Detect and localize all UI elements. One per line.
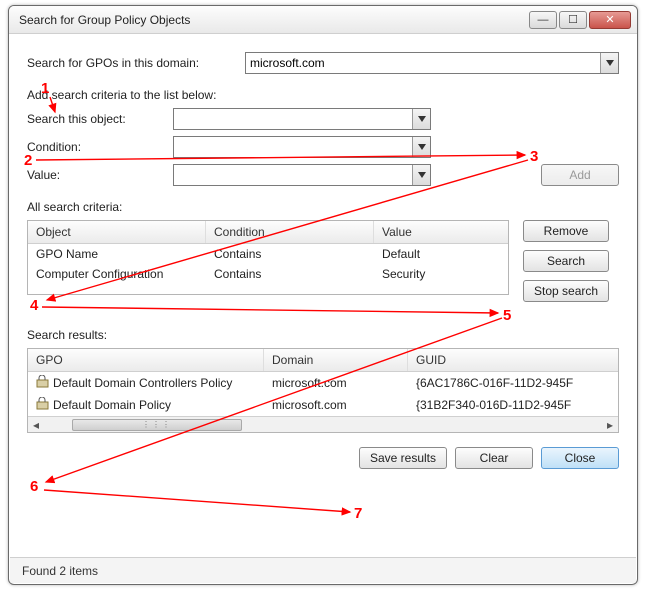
chevron-down-icon xyxy=(412,165,430,185)
status-bar: Found 2 items xyxy=(10,557,636,583)
clear-button[interactable]: Clear xyxy=(455,447,533,469)
domain-combo[interactable]: microsoft.com xyxy=(245,52,619,74)
scrollbar-thumb[interactable]: ⋮⋮⋮ xyxy=(72,419,242,431)
criteria-cell: Computer Configuration xyxy=(28,264,206,284)
results-cell: Default Domain Controllers Policy xyxy=(53,376,232,390)
criteria-cell: Contains xyxy=(206,264,374,284)
criteria-header-condition[interactable]: Condition xyxy=(206,221,374,243)
domain-value: microsoft.com xyxy=(250,56,325,70)
chevron-down-icon xyxy=(412,137,430,157)
results-cell: {6AC1786C-016F-11D2-945F xyxy=(408,372,618,394)
results-cell: Default Domain Policy xyxy=(53,398,171,412)
window-title: Search for Group Policy Objects xyxy=(19,13,529,27)
chevron-down-icon xyxy=(412,109,430,129)
criteria-cell: GPO Name xyxy=(28,244,206,264)
results-cell: microsoft.com xyxy=(264,372,408,394)
value-combo[interactable] xyxy=(173,164,431,186)
save-results-button[interactable]: Save results xyxy=(359,447,447,469)
results-cell: {31B2F340-016D-11D2-945F xyxy=(408,394,618,416)
criteria-header-object[interactable]: Object xyxy=(28,221,206,243)
close-button[interactable]: Close xyxy=(541,447,619,469)
domain-label: Search for GPOs in this domain: xyxy=(27,56,237,70)
results-row[interactable]: Default Domain Policy microsoft.com {31B… xyxy=(28,394,618,416)
criteria-cell: Security xyxy=(374,264,508,284)
horizontal-scrollbar[interactable]: ◂ ⋮⋮⋮ ▸ xyxy=(28,416,618,432)
titlebar: Search for Group Policy Objects — ☐ ✕ xyxy=(9,6,637,34)
search-object-combo[interactable] xyxy=(173,108,431,130)
criteria-cell: Default xyxy=(374,244,508,264)
close-window-button[interactable]: ✕ xyxy=(589,11,631,29)
results-table: GPO Domain GUID Default Domain Controlle… xyxy=(27,348,619,433)
condition-label: Condition: xyxy=(27,140,165,154)
criteria-row[interactable]: Computer Configuration Contains Security xyxy=(28,264,508,284)
search-button[interactable]: Search xyxy=(523,250,609,272)
dialog-window: Search for Group Policy Objects — ☐ ✕ Se… xyxy=(8,5,638,585)
criteria-header-value[interactable]: Value xyxy=(374,221,508,243)
results-header-domain[interactable]: Domain xyxy=(264,349,408,371)
minimize-button[interactable]: — xyxy=(529,11,557,29)
value-label: Value: xyxy=(27,168,165,182)
search-object-label: Search this object: xyxy=(27,112,165,126)
remove-button[interactable]: Remove xyxy=(523,220,609,242)
add-button[interactable]: Add xyxy=(541,164,619,186)
criteria-table: Object Condition Value GPO Name Contains… xyxy=(27,220,509,295)
status-text: Found 2 items xyxy=(22,564,98,578)
scroll-left-icon[interactable]: ◂ xyxy=(28,418,44,432)
gpo-icon xyxy=(36,375,49,391)
results-cell: microsoft.com xyxy=(264,394,408,416)
criteria-cell: Contains xyxy=(206,244,374,264)
chevron-down-icon xyxy=(600,53,618,73)
results-header-guid[interactable]: GUID xyxy=(408,349,618,371)
gpo-icon xyxy=(36,397,49,413)
stop-search-button[interactable]: Stop search xyxy=(523,280,609,302)
condition-combo[interactable] xyxy=(173,136,431,158)
results-section-label: Search results: xyxy=(27,328,619,342)
results-row[interactable]: Default Domain Controllers Policy micros… xyxy=(28,372,618,394)
criteria-row[interactable]: GPO Name Contains Default xyxy=(28,244,508,264)
scroll-right-icon[interactable]: ▸ xyxy=(602,418,618,432)
criteria-section-label: All search criteria: xyxy=(27,200,619,214)
maximize-button[interactable]: ☐ xyxy=(559,11,587,29)
results-header-gpo[interactable]: GPO xyxy=(28,349,264,371)
instruction-label: Add search criteria to the list below: xyxy=(27,88,619,102)
